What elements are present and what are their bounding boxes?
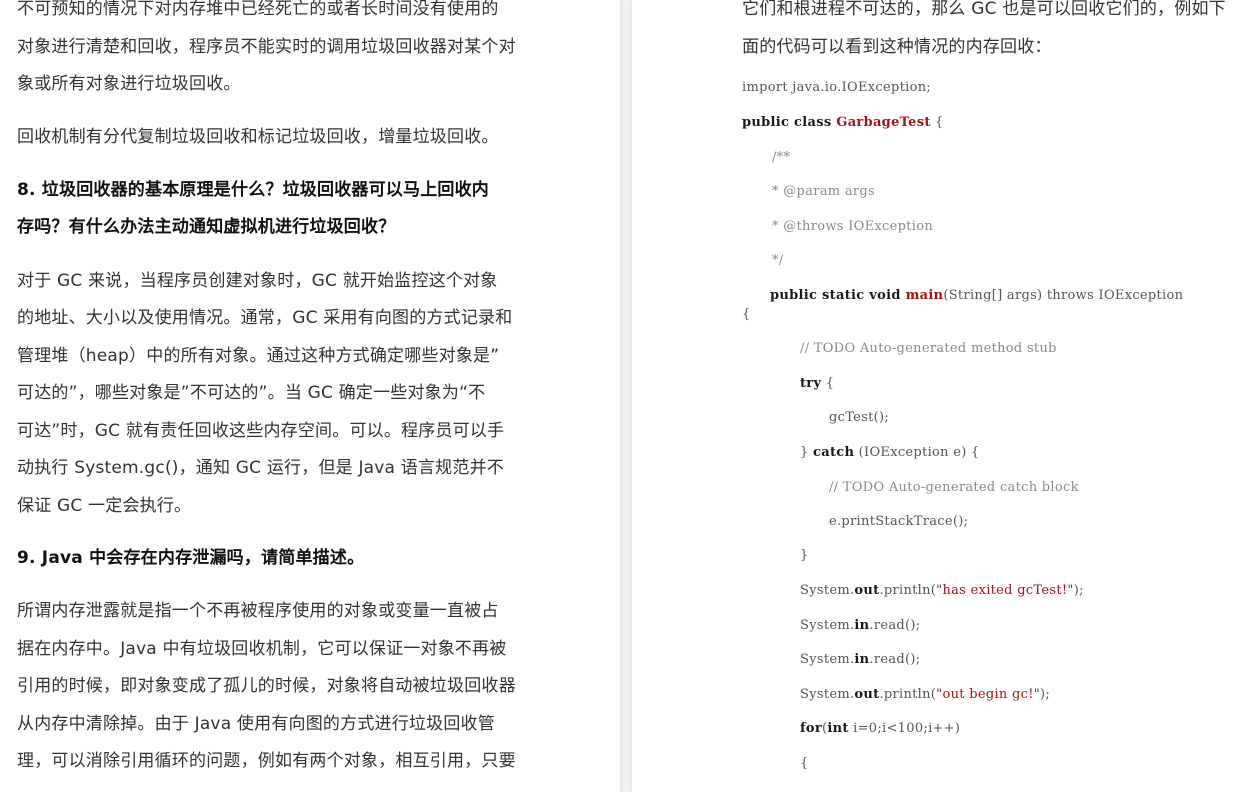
paragraph-line: 回收机制有分代复制垃圾回收和标记垃圾回收，增量垃圾回收。 [17,127,499,147]
code-token: e.printStackTrace(); [829,514,969,529]
paragraph-line: 不可预知的情况下对内存堆中已经死亡的或者长时间没有使用的 [17,0,499,19]
paragraph-line: 动执行 System.gc()，通知 GC 运行，但是 Java 语言规范并不 [17,458,504,478]
code-token: catch [813,445,855,460]
code-line: System.out.println("out begin gc!"); [800,687,1050,702]
question-heading-line: 存吗？有什么办法主动通知虚拟机进行垃圾回收？ [17,217,396,237]
code-line: System.in.read(); [800,652,920,667]
code-line: { [800,756,809,771]
paragraph-line: 对象进行清楚和回收，程序员不能实时的调用垃圾回收器对某个对 [17,37,516,57]
code-token: * @param args [772,184,875,199]
code-token: System. [800,652,855,667]
code-line: // TODO Auto-generated method stub [800,341,1057,356]
code-line: gcTest(); [829,410,889,425]
code-token: in [854,652,870,667]
code-token: * @throws IOException [772,219,933,234]
code-token: System. [800,618,855,633]
code-line: { [742,307,751,322]
code-line: } catch (IOException e) { [800,445,980,460]
paragraph-line: 可达”时，GC 就有责任回收这些内存空间。可以。程序员可以手 [17,421,505,441]
paragraph-line: 从内存中清除掉。由于 Java 使用有向图的方式进行垃圾回收管 [17,714,495,734]
code-token: out [854,687,880,702]
code-token: out [854,583,880,598]
code-line: System.out.println("has exited gcTest!")… [800,583,1084,598]
code-token: public class [742,115,837,130]
code-token: ); [1040,687,1051,702]
question-heading-line: 8. 垃圾回收器的基本原理是什么？垃圾回收器可以马上回收内 [17,180,490,200]
code-token: ); [1073,583,1084,598]
code-token: gcTest(); [829,410,890,425]
paragraph-line: 象或所有对象进行垃圾回收。 [17,74,241,94]
paragraph-line: 可达的”，哪些对象是”不可达的”。当 GC 确定一些对象为“不 [17,383,486,403]
code-token: { [800,756,809,771]
code-token: .println( [879,687,937,702]
code-token: // TODO Auto-generated catch block [829,480,1079,495]
intro-paragraph-line: 面的代码可以看到这种情况的内存回收： [742,37,1052,57]
paragraph-line: 对于 GC 来说，当程序员创建对象时，GC 就开始监控这个对象 [17,271,498,291]
code-line: /** [772,150,790,165]
code-line: * @throws IOException [772,219,933,234]
code-line: e.printStackTrace(); [829,514,968,529]
code-token: System. [800,583,855,598]
code-token: "has exited gcTest!" [936,583,1074,598]
code-token: } [800,548,809,563]
code-line: import java.io.IOException; [742,80,931,95]
code-token: { [930,115,944,130]
code-token: .read(); [869,618,921,633]
code-token: // TODO Auto-generated method stub [800,341,1057,356]
code-token: main [905,288,944,303]
code-token: public static void [770,288,906,303]
code-token: for [800,721,823,736]
code-token: i=0;i<100;i++) [848,721,961,736]
code-token: { [821,376,835,391]
code-line: for(int i=0;i<100;i++) [800,721,960,736]
code-token: import java.io.IOException; [742,80,932,95]
code-line: // TODO Auto-generated catch block [829,480,1079,495]
code-token: in [854,618,870,633]
code-token: (IOException e) { [854,445,980,460]
code-token: { [742,307,751,322]
code-token: "out begin gc!" [936,687,1041,702]
code-token: GarbageTest [836,115,931,130]
code-line: public static void main(String[] args) t… [770,288,1183,303]
code-line: */ [772,253,783,268]
code-token: int [827,721,849,736]
code-token: System. [800,687,855,702]
code-token: .println( [879,583,937,598]
code-line: try { [800,376,834,391]
code-token: .read(); [869,652,921,667]
code-token: /** [772,150,791,165]
paragraph-line: 管理堆（heap）中的所有对象。通过这种方式确定哪些对象是” [17,346,500,366]
code-line: public class GarbageTest { [742,115,944,130]
intro-paragraph-line: 它们和根进程不可达的，那么 GC 也是可以回收它们的，例如下 [742,0,1226,19]
paragraph-line: 据在内存中。Java 中有垃圾回收机制，它可以保证一对象不再被 [17,639,507,659]
code-line: * @param args [772,184,875,199]
paragraph-line: 的地址、大小以及使用情况。通常，GC 采用有向图的方式记录和 [17,308,513,328]
code-line: System.in.read(); [800,618,920,633]
right-page: 它们和根进程不可达的，那么 GC 也是可以回收它们的，例如下 面的代码可以看到这种… [632,0,1248,792]
code-token: */ [772,253,784,268]
code-token: try [800,376,822,391]
paragraph-line: 保证 GC 一定会执行。 [17,496,192,516]
code-line: } [800,548,809,563]
left-page: 不可预知的情况下对内存堆中已经死亡的或者长时间没有使用的 对象进行清楚和回收，程序… [0,0,620,792]
code-token: } [800,445,814,460]
question-heading-line: 9. Java 中会存在内存泄漏吗，请简单描述。 [17,548,365,568]
paragraph-line: 理，可以消除引用循环的问题，例如有两个对象，相互引用，只要 [17,751,516,771]
paragraph-line: 引用的时候，即对象变成了孤儿的时候，对象将自动被垃圾回收器 [17,676,516,696]
paragraph-line: 所谓内存泄露就是指一个不再被程序使用的对象或变量一直被占 [17,601,499,621]
code-token: (String[] args) throws IOException [943,288,1184,303]
